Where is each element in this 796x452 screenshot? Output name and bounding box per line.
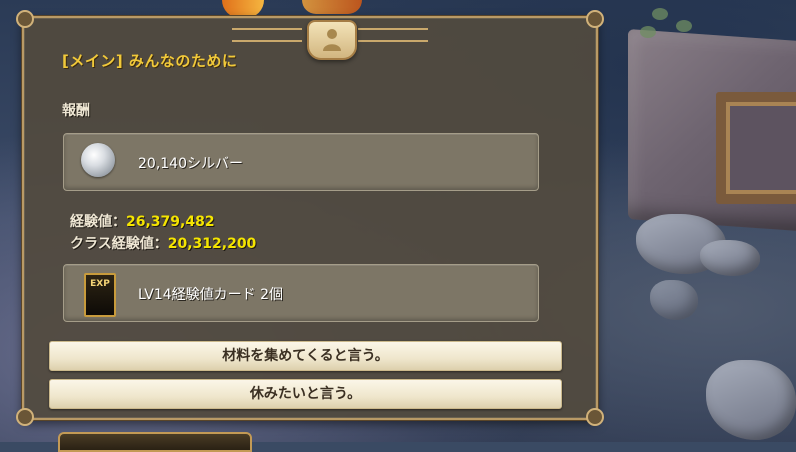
rock <box>650 280 698 320</box>
bottom-panel-tab <box>58 432 252 452</box>
quest-title: [メイン] みんなのために <box>62 52 238 70</box>
experience-label: 経験値： <box>70 214 126 230</box>
silver-coin-icon <box>81 143 115 177</box>
reward-item-silver: 20,140シルバー <box>63 133 539 191</box>
exp-card-icon: EXP <box>84 273 116 317</box>
experience-value: 26,379,482 <box>126 214 215 230</box>
reward-label: LV14経験値カード 2個 <box>138 287 284 303</box>
class-experience-label: クラス経験値： <box>70 236 168 252</box>
rock <box>700 240 760 276</box>
choice-button-gather-materials[interactable]: 材料を集めてくると言う。 <box>49 341 562 371</box>
rock <box>706 360 796 440</box>
fire-effect <box>302 0 362 14</box>
choice-button-rest[interactable]: 休みたいと言う。 <box>49 379 562 409</box>
person-silhouette-icon <box>323 29 341 51</box>
lily-pad <box>640 26 656 38</box>
stone-frame <box>716 92 796 204</box>
class-experience-line: クラス経験値：20,312,200 <box>70 233 256 253</box>
crest-ornament <box>358 28 428 42</box>
reward-label: 20,140シルバー <box>138 156 243 172</box>
reward-item-exp-card: EXP LV14経験値カード 2個 <box>63 264 539 322</box>
corner-ornament <box>16 408 34 426</box>
lily-pad <box>652 8 668 20</box>
experience-line: 経験値：26,379,482 <box>70 211 215 231</box>
corner-ornament <box>586 408 604 426</box>
reward-section-label: 報酬 <box>62 103 90 119</box>
corner-ornament <box>586 10 604 28</box>
class-experience-value: 20,312,200 <box>167 236 257 252</box>
lily-pad <box>676 20 692 32</box>
npc-crest <box>307 20 357 60</box>
corner-ornament <box>16 10 34 28</box>
crest-ornament <box>232 28 302 42</box>
